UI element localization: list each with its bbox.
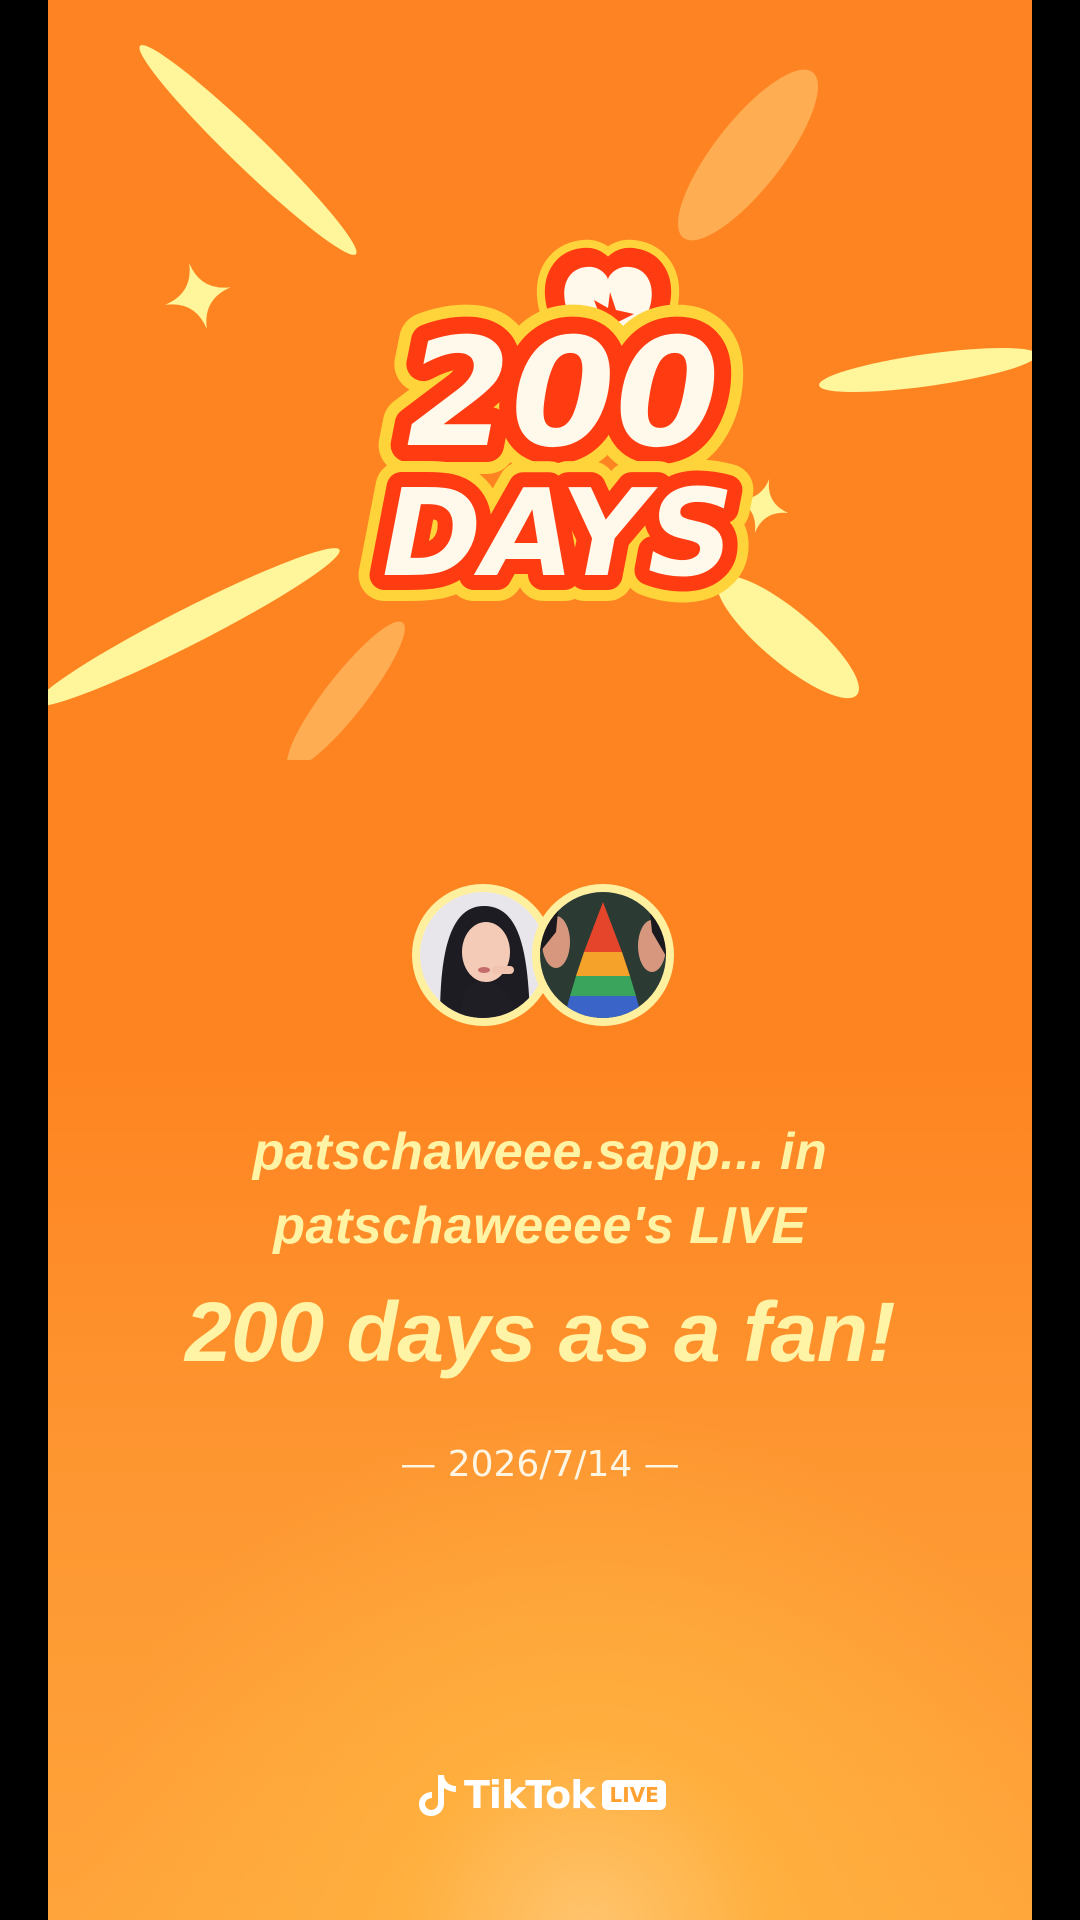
celebration-card: 200 200 200 DAYS DAYS DAYS patschaweee.s…: [48, 0, 1032, 1920]
ray: [819, 347, 1032, 393]
creator-avatar[interactable]: [532, 884, 674, 1026]
ray: [139, 45, 357, 255]
200-days-badge: 200 200 200 DAYS DAYS DAYS: [356, 239, 760, 630]
tiktok-live-logo: TikTok LIVE: [418, 1770, 666, 1820]
tiktok-wordmark: TikTok: [464, 1773, 595, 1817]
ray: [287, 621, 405, 760]
badge-number: 200: [406, 307, 719, 481]
avatar-group: [48, 884, 1032, 1026]
caption-live-line: patschaweeee's LIVE: [273, 1197, 807, 1255]
sparkle-icon: [165, 263, 231, 329]
date-label: — 2026/7/14 —: [400, 1444, 680, 1485]
caption-user-line: patschaweee.sapp... in: [252, 1123, 828, 1181]
headline: 200 days as a fan!: [184, 1285, 896, 1379]
ray: [48, 548, 340, 706]
live-badge: LIVE: [602, 1780, 666, 1810]
tiktok-note-icon: [419, 1775, 456, 1816]
badge-word: DAYS: [382, 465, 734, 604]
